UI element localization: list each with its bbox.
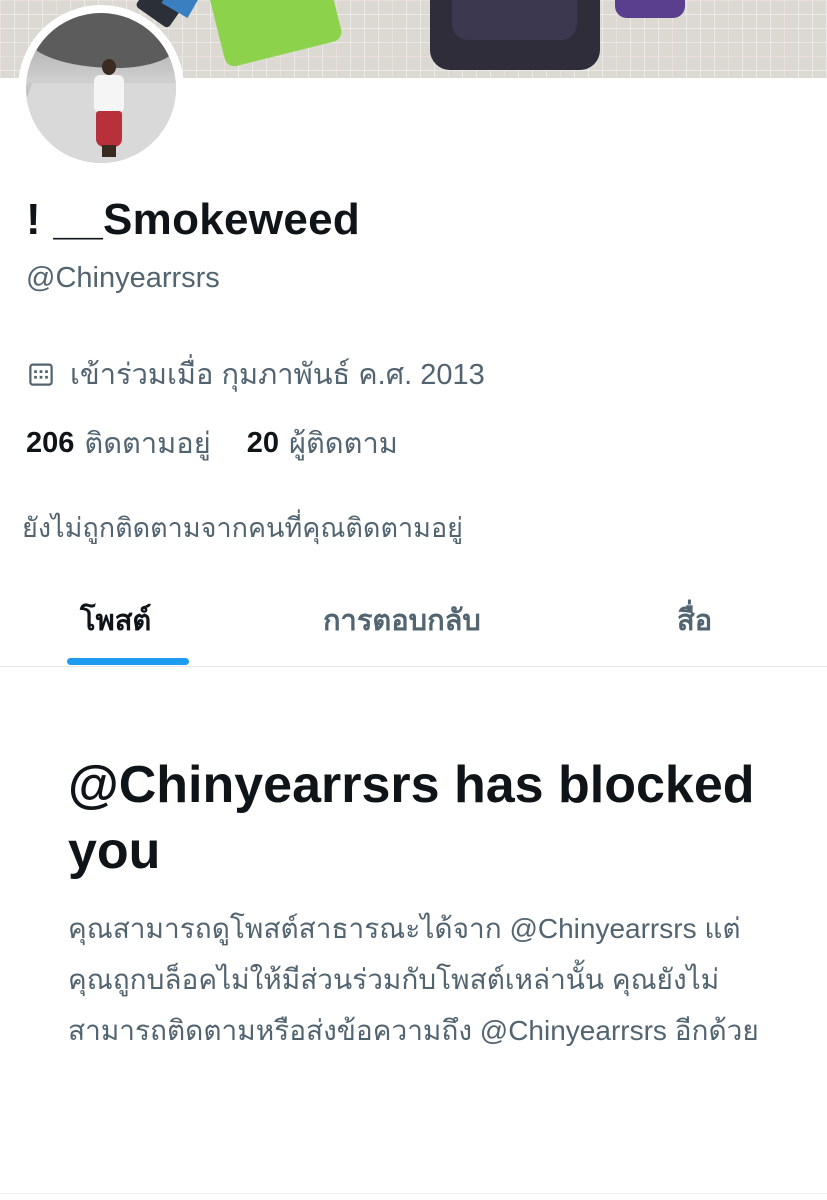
- joined-date: เข้าร่วมเมื่อ กุมภาพันธ์ ค.ศ. 2013: [26, 354, 485, 394]
- avatar-photo-detail: [96, 111, 122, 147]
- follow-stats: 206 ติดตามอยู่ 20 ผู้ติดตาม: [26, 423, 398, 463]
- blocked-title: @Chinyearrsrs has blocked you: [68, 756, 755, 880]
- blocked-description: คุณสามารถดูโพสต์สาธารณะได้จาก @Chinyearr…: [68, 913, 759, 1046]
- joined-date-text: เข้าร่วมเมื่อ กุมภาพันธ์ ค.ศ. 2013: [70, 359, 485, 391]
- following-label: ติดตามอยู่: [84, 428, 211, 460]
- avatar-photo-detail: [102, 145, 116, 157]
- user-handle: @Chinyearrsrs: [26, 262, 220, 294]
- tab-replies[interactable]: การตอบกลับ: [323, 596, 481, 646]
- avatar[interactable]: [18, 5, 184, 171]
- banner-photo-detail: [615, 0, 685, 18]
- active-tab-indicator: [67, 658, 189, 665]
- followers-count: 20: [246, 426, 279, 459]
- followers-link[interactable]: 20 ผู้ติดตาม: [247, 420, 398, 466]
- tab-media[interactable]: สื่อ: [677, 596, 712, 646]
- calendar-icon: [29, 363, 53, 386]
- divider: [0, 1193, 827, 1194]
- tab-posts[interactable]: โพสต์: [80, 596, 151, 646]
- banner-photo-detail: [452, 0, 577, 40]
- avatar-photo-detail: [102, 59, 116, 75]
- following-link[interactable]: 206 ติดตามอยู่: [26, 420, 211, 466]
- avatar-photo-detail: [26, 13, 176, 68]
- profile-tabs: โพสต์ การตอบกลับ สื่อ: [0, 578, 827, 667]
- following-count: 206: [26, 426, 75, 459]
- avatar-photo-detail: [94, 75, 124, 113]
- followers-label: ผู้ติดตาม: [288, 428, 398, 460]
- display-name: ! __Smokeweed: [26, 195, 361, 244]
- avatar-photo: [26, 13, 176, 163]
- followed-by-note: ยังไม่ถูกติดตามจากคนที่คุณติดตามอยู่: [22, 513, 463, 543]
- profile-page: ! __Smokeweed @Chinyearrsrs เข้าร่วมเมื่…: [0, 0, 827, 1200]
- banner-photo-detail: [206, 0, 344, 69]
